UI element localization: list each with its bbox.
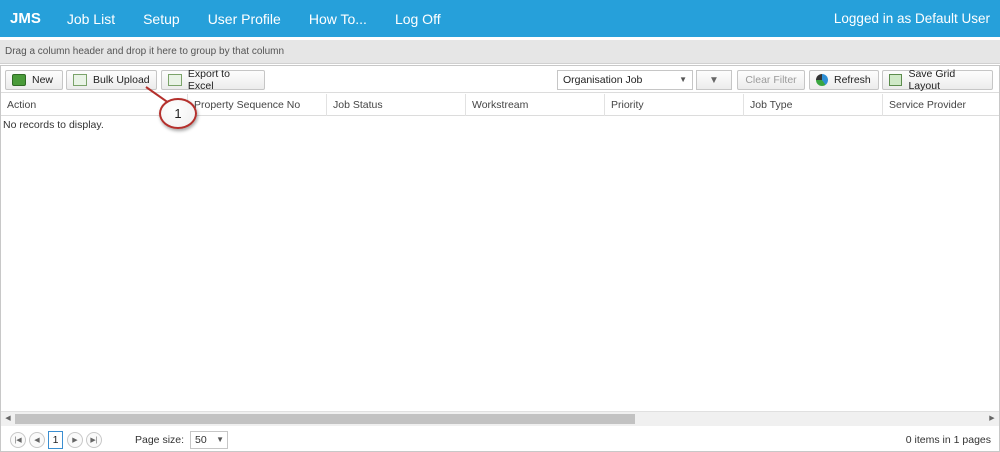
job-grid: New Bulk Upload Export to Excel Organisa… <box>0 65 1000 452</box>
refresh-icon <box>816 74 828 86</box>
new-button-label: New <box>32 74 54 86</box>
app-brand[interactable]: JMS <box>10 10 41 27</box>
nav-setup[interactable]: Setup <box>143 11 180 27</box>
save-icon <box>889 74 903 86</box>
column-header-workstream[interactable]: Workstream <box>465 94 604 116</box>
nav-how-to[interactable]: How To... <box>309 11 367 27</box>
nav-log-off[interactable]: Log Off <box>395 11 441 27</box>
horizontal-scrollbar[interactable]: ◀ ▶ <box>1 411 999 426</box>
bulk-upload-label: Bulk Upload <box>93 74 150 86</box>
prev-page-icon[interactable]: ◀ <box>29 431 45 448</box>
export-excel-button[interactable]: Export to Excel <box>161 68 265 92</box>
grid-header-row: Action Property Sequence No Job Status W… <box>1 94 999 116</box>
top-navbar: JMS Job List Setup User Profile How To..… <box>0 0 1000 37</box>
column-header-priority[interactable]: Priority <box>604 94 743 116</box>
view-select[interactable]: Organisation Job ▼ <box>557 70 693 90</box>
filter-icon: ▼ <box>709 74 719 86</box>
column-header-job-type[interactable]: Job Type <box>743 94 882 116</box>
empty-grid-message: No records to display. <box>3 119 104 131</box>
clear-filter-label: Clear Filter <box>745 74 797 86</box>
next-page-icon[interactable]: ▶ <box>67 431 83 448</box>
add-icon <box>12 74 26 86</box>
column-header-job-status[interactable]: Job Status <box>326 94 465 116</box>
grid-pager: |◀ ◀ 1 ▶ ▶| Page size: 50 ▼ 0 items in 1… <box>1 427 999 452</box>
filter-button[interactable]: ▼ <box>696 70 732 90</box>
page-size-select[interactable]: 50 ▼ <box>190 430 229 449</box>
chevron-down-icon: ▼ <box>679 75 687 84</box>
scroll-left-icon[interactable]: ◀ <box>1 412 15 426</box>
refresh-label: Refresh <box>834 74 871 86</box>
page-size-label: Page size: <box>135 433 185 446</box>
view-select-value: Organisation Job <box>563 74 643 86</box>
save-grid-layout-button[interactable]: Save Grid Layout <box>882 68 993 92</box>
nav-job-list[interactable]: Job List <box>67 11 115 27</box>
new-button[interactable]: New <box>5 70 63 90</box>
current-page-button[interactable]: 1 <box>48 430 63 449</box>
spreadsheet-icon <box>73 74 87 86</box>
clear-filter-button[interactable]: Clear Filter <box>737 70 805 90</box>
scroll-right-icon[interactable]: ▶ <box>985 412 999 426</box>
column-header-service-provider[interactable]: Service Provider <box>882 94 999 116</box>
save-grid-layout-label: Save Grid Layout <box>908 68 956 92</box>
logged-in-user: Logged in as Default User <box>833 11 990 26</box>
callout-badge: 1 <box>159 98 197 129</box>
export-excel-label: Export to Excel <box>187 68 230 92</box>
column-header-property-sequence-no[interactable]: Property Sequence No <box>187 94 326 116</box>
last-page-icon[interactable]: ▶| <box>86 431 102 448</box>
nav-user-profile[interactable]: User Profile <box>208 11 281 27</box>
page-size-value: 50 <box>195 433 207 446</box>
scrollbar-thumb[interactable] <box>15 414 635 424</box>
refresh-button[interactable]: Refresh <box>809 70 879 90</box>
chevron-down-icon: ▼ <box>216 434 225 444</box>
bulk-upload-button[interactable]: Bulk Upload <box>66 70 157 90</box>
first-page-icon[interactable]: |◀ <box>10 431 26 448</box>
excel-icon <box>168 74 182 86</box>
pager-info: 0 items in 1 pages <box>905 433 991 446</box>
group-by-panel[interactable]: Drag a column header and drop it here to… <box>0 40 1000 64</box>
